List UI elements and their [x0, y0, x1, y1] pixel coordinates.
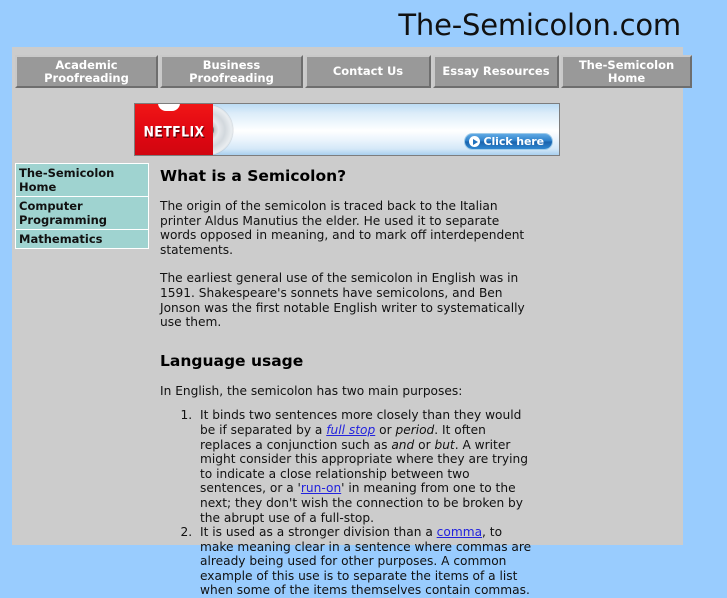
sidebar-item-computer-programming[interactable]: Computer Programming	[16, 197, 148, 230]
list-item-text-part: or	[375, 422, 396, 437]
link-full-stop[interactable]: full stop	[326, 423, 375, 437]
netflix-envelope-graphic: NETFLIX	[135, 104, 213, 155]
list-item-text-part: or	[414, 437, 435, 452]
emphasis-and: and	[391, 437, 415, 452]
link-run-on[interactable]: run-on	[301, 481, 341, 495]
sidebar-item-mathematics[interactable]: Mathematics	[16, 230, 148, 248]
nav-tab-label-line2: Proofreading	[44, 70, 129, 85]
nav-tab-label-line1: Essay Resources	[442, 64, 550, 78]
nav-tab-label-line2: Proofreading	[189, 70, 274, 85]
click-here-label: Click here	[483, 135, 545, 148]
emphasis-period: period	[395, 422, 435, 437]
link-comma[interactable]: comma	[437, 525, 482, 539]
nav-tab-label-line2: Home	[607, 70, 646, 85]
click-here-button[interactable]: Click here	[463, 133, 553, 150]
list-item: It binds two sentences more closely than…	[196, 408, 538, 525]
nav-tab-essay-resources[interactable]: Essay Resources	[433, 55, 559, 88]
article-paragraph-3: In English, the semicolon has two main p…	[160, 383, 463, 398]
netflix-banner-ad[interactable]: NETFLIX Click here	[134, 103, 560, 156]
nav-tab-label-line1: The-Semicolon	[578, 57, 675, 72]
article-paragraph-2: The earliest general use of the semicolo…	[160, 271, 525, 330]
article-paragraph-1: The origin of the semicolon is traced ba…	[160, 199, 525, 257]
nav-tab-business-proofreading[interactable]: Business Proofreading	[160, 55, 303, 88]
netflix-logo: NETFLIX	[143, 122, 205, 141]
nav-tab-label-line1: Contact Us	[332, 64, 404, 78]
semicolon-purposes-list: It binds two sentences more closely than…	[160, 408, 538, 598]
list-item-text-part: It is used as a stronger division than a	[200, 525, 437, 540]
page-title: The-Semicolon.com	[398, 8, 681, 42]
nav-tab-label-line1: Business	[202, 57, 261, 72]
sidebar: The-Semicolon Home Computer Programming …	[15, 163, 149, 249]
content-panel: Academic Proofreading Business Proofread…	[12, 47, 692, 597]
sidebar-item-the-semicolon-home[interactable]: The-Semicolon Home	[16, 164, 148, 197]
nav-tab-academic-proofreading[interactable]: Academic Proofreading	[15, 55, 158, 88]
list-item: It is used as a stronger division than a…	[196, 525, 538, 598]
article-body: What is a Semicolon? The origin of the s…	[160, 163, 538, 598]
emphasis-but: but	[434, 437, 455, 452]
envelope-notch	[158, 104, 180, 111]
nav-tab-the-semicolon-home[interactable]: The-Semicolon Home	[561, 55, 692, 88]
article-heading-what-is-a-semicolon: What is a Semicolon?	[160, 167, 347, 185]
nav-tab-label-line1: Academic	[55, 57, 118, 72]
article-heading-language-usage: Language usage	[160, 351, 304, 370]
play-circle-icon	[468, 136, 480, 147]
nav-tab-contact-us[interactable]: Contact Us	[305, 55, 431, 88]
main-navigation: Academic Proofreading Business Proofread…	[15, 55, 692, 88]
